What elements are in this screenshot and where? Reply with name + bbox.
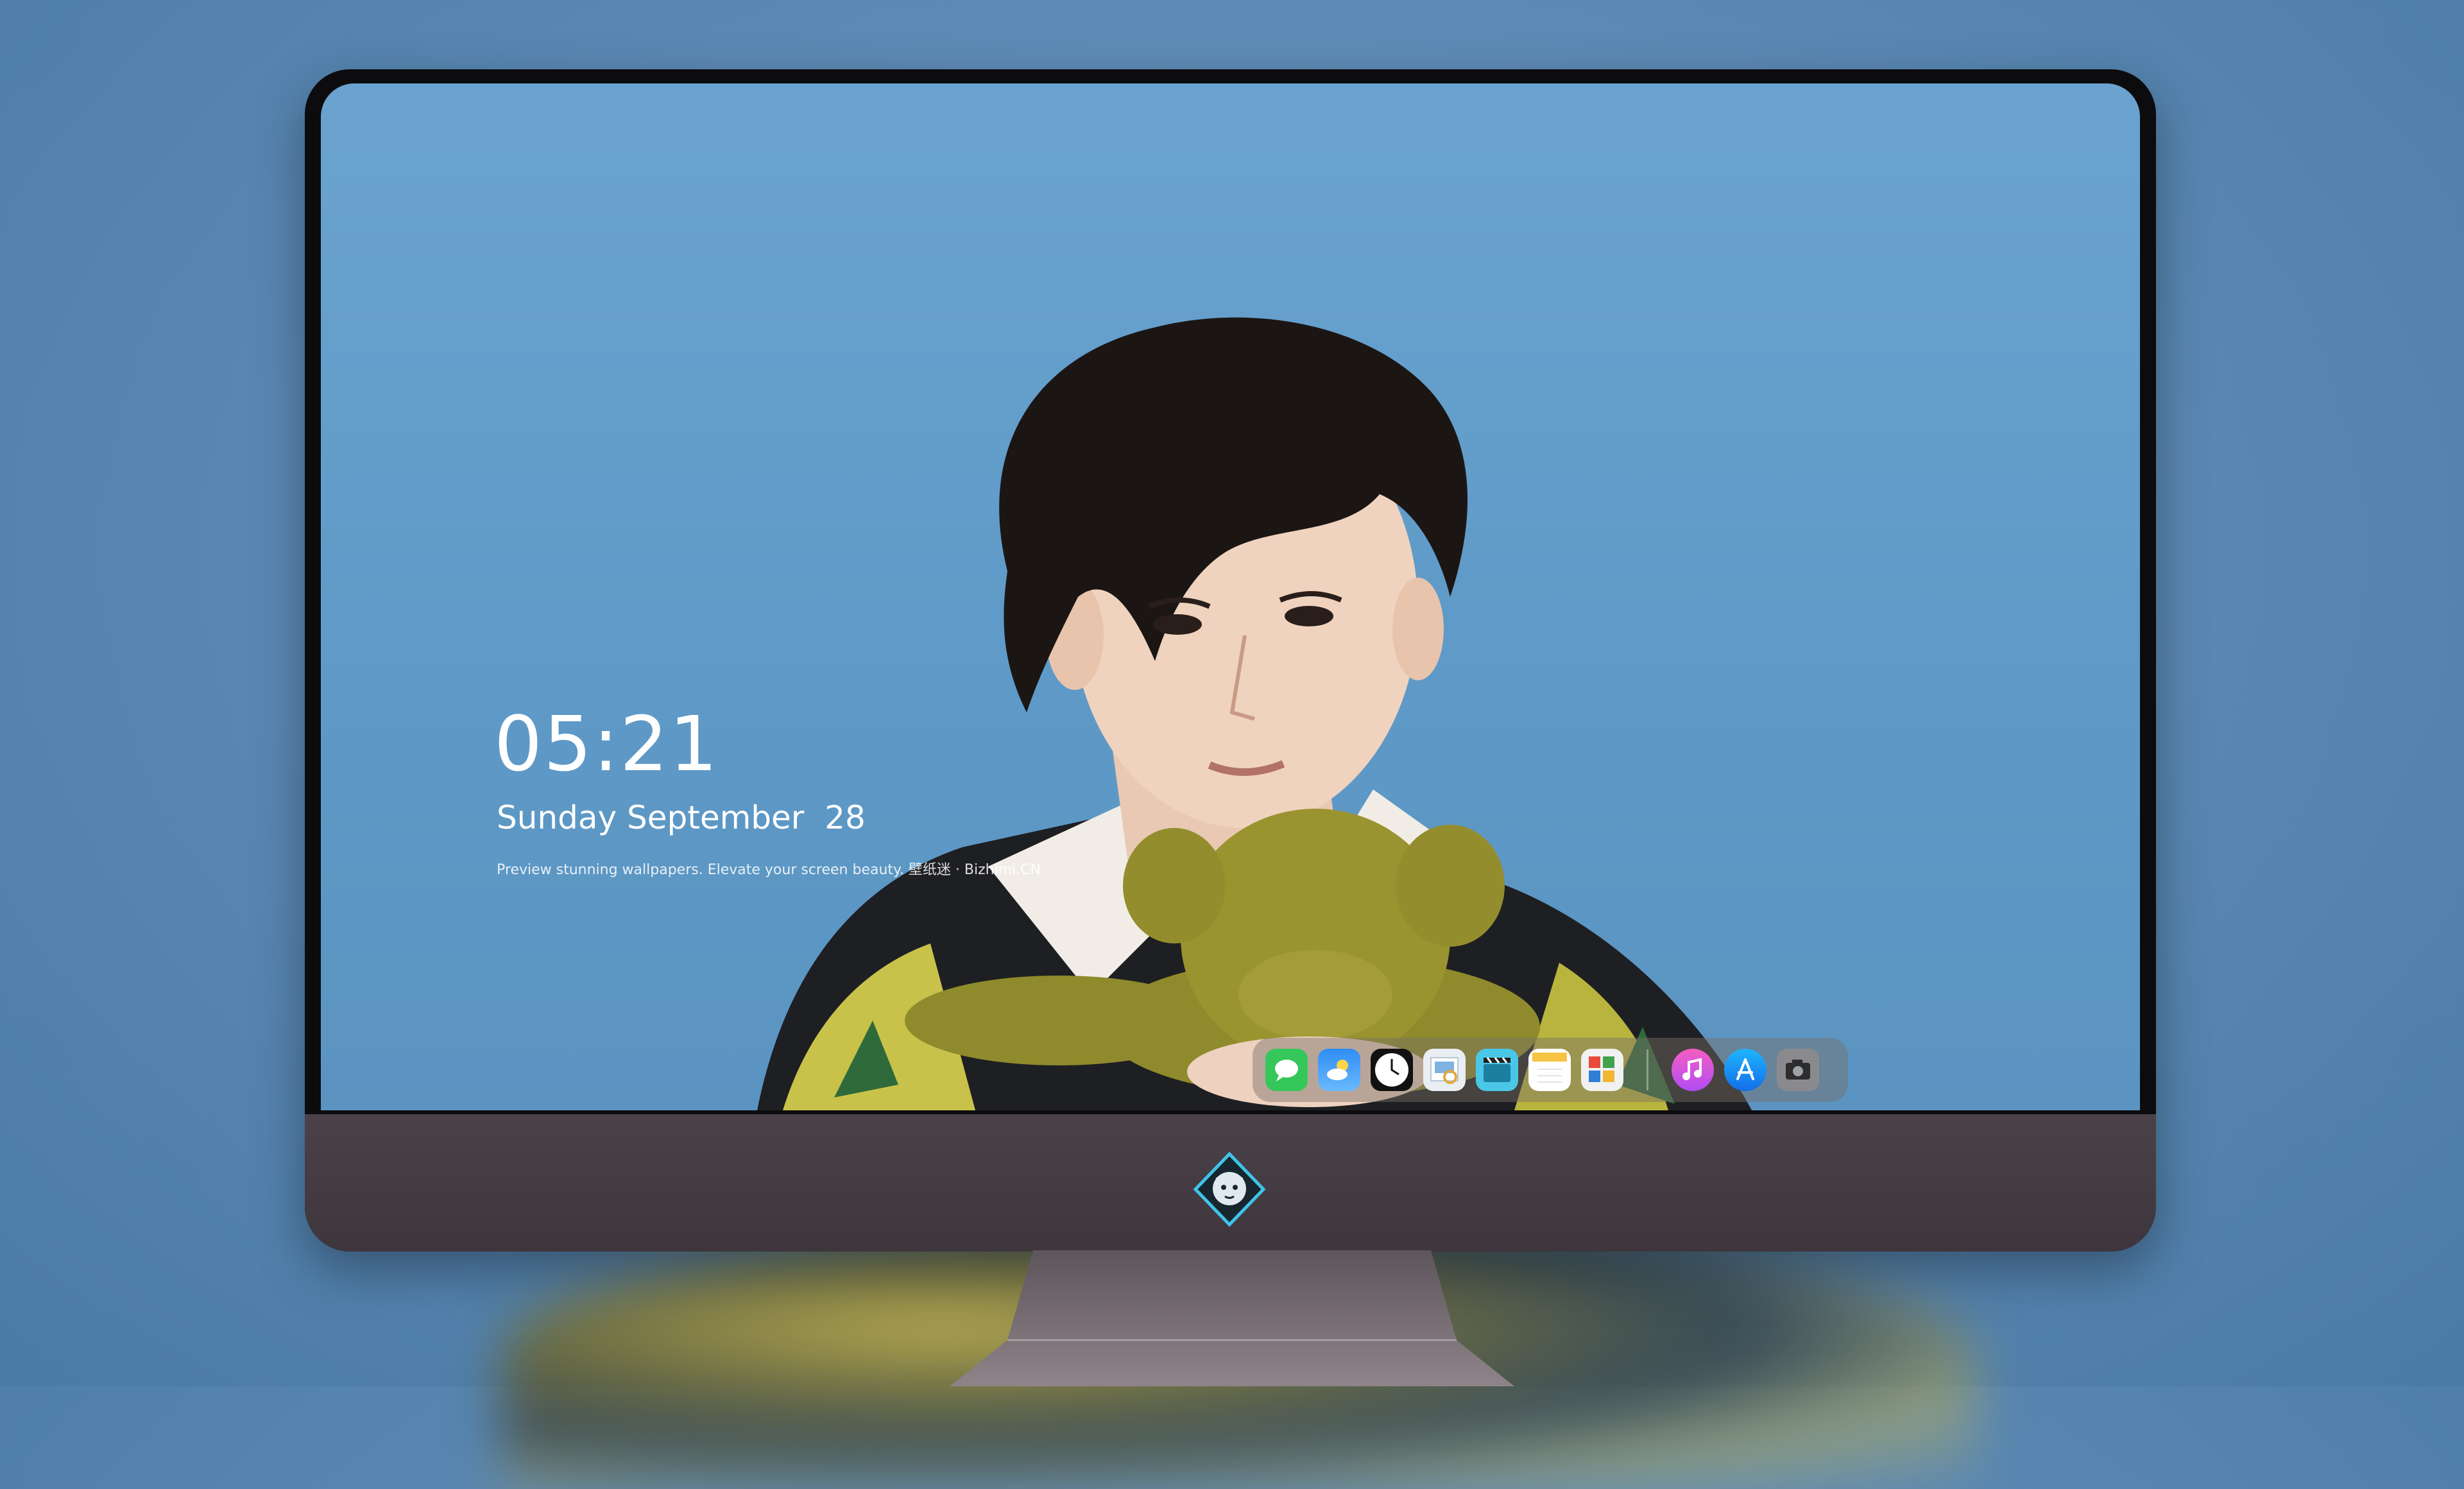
music-icon[interactable]: [1672, 1049, 1714, 1091]
preview-icon[interactable]: [1423, 1049, 1466, 1091]
messages-icon[interactable]: [1265, 1049, 1308, 1091]
monitor: 05:21 Sunday September 28 Preview stunni…: [305, 69, 2156, 1252]
screen: 05:21 Sunday September 28 Preview stunni…: [321, 83, 2140, 1110]
notes-icon[interactable]: [1528, 1049, 1571, 1091]
camera-icon[interactable]: [1777, 1049, 1819, 1091]
dock: [1253, 1038, 1848, 1102]
wallpaper-portrait: [757, 317, 1752, 1110]
video-icon[interactable]: [1476, 1049, 1518, 1091]
monitor-stand: [950, 1250, 1514, 1386]
clock-icon[interactable]: [1371, 1049, 1413, 1091]
dock-separator: [1647, 1049, 1648, 1090]
brand-logo-icon: [1193, 1151, 1266, 1227]
lockscreen-clock: 05:21: [494, 700, 719, 788]
photos-grid-icon[interactable]: [1581, 1049, 1623, 1091]
lockscreen-date: Sunday September 28: [497, 799, 866, 836]
lockscreen-tagline: Preview stunning wallpapers. Elevate you…: [497, 862, 1041, 878]
weather-icon[interactable]: [1318, 1049, 1360, 1091]
app-store-icon[interactable]: [1724, 1049, 1767, 1091]
